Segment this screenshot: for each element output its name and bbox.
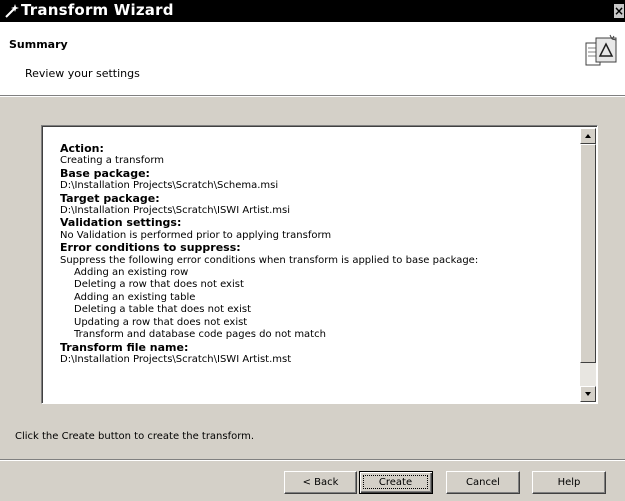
wizard-header: Summary Review your settings <box>0 22 625 96</box>
page-subtitle: Review your settings <box>25 67 140 80</box>
wizard-wand-icon <box>5 4 19 18</box>
error-condition-item: Transform and database code pages do not… <box>74 329 326 341</box>
base-package-label: Base package: <box>60 166 150 180</box>
validation-label: Validation settings: <box>60 216 182 230</box>
transform-file-label: Transform file name: <box>60 340 189 354</box>
scroll-down-button[interactable] <box>580 386 596 402</box>
action-label: Action: <box>60 142 104 155</box>
footer-divider <box>0 459 625 461</box>
window-title: Transform Wizard <box>21 1 174 19</box>
help-button[interactable]: Help <box>532 471 606 494</box>
base-package-value: D:\Installation Projects\Scratch\Schema.… <box>60 180 279 192</box>
error-condition-item: Updating a row that does not exist <box>74 316 248 328</box>
header-divider <box>0 96 625 97</box>
transform-file-value: D:\Installation Projects\Scratch\ISWI Ar… <box>60 353 292 365</box>
scroll-thumb[interactable] <box>580 144 596 363</box>
error-condition-item: Adding an existing table <box>74 291 196 303</box>
error-condition-item: Deleting a table that does not exist <box>74 304 252 316</box>
summary-content: Action: Creating a transform Base packag… <box>60 142 577 366</box>
action-value: Creating a transform <box>60 155 165 167</box>
title-bar[interactable]: Transform Wizard × <box>0 0 625 22</box>
instruction-text: Click the Create button to create the tr… <box>15 431 255 442</box>
page-title: Summary <box>9 38 68 51</box>
scroll-track[interactable] <box>580 363 596 386</box>
cancel-button[interactable]: Cancel <box>446 471 520 494</box>
create-button[interactable]: Create <box>359 471 433 494</box>
error-condition-item: Adding an existing row <box>74 267 189 279</box>
create-button-label: Create <box>363 475 428 489</box>
back-button[interactable]: < Back <box>284 471 357 494</box>
close-button[interactable]: × <box>614 4 624 18</box>
error-conditions-label: Error conditions to suppress: <box>60 241 241 255</box>
target-package-label: Target package: <box>60 191 160 205</box>
scroll-up-button[interactable] <box>580 128 596 144</box>
summary-textbox[interactable]: Action: Creating a transform Base packag… <box>41 125 598 404</box>
arrow-down-icon <box>585 392 591 396</box>
error-condition-item: Deleting a row that does not exist <box>74 279 244 291</box>
transform-document-icon <box>585 34 617 66</box>
error-conditions-intro: Suppress the following error conditions … <box>60 254 479 266</box>
arrow-up-icon <box>585 134 591 138</box>
vertical-scrollbar[interactable] <box>580 128 596 402</box>
